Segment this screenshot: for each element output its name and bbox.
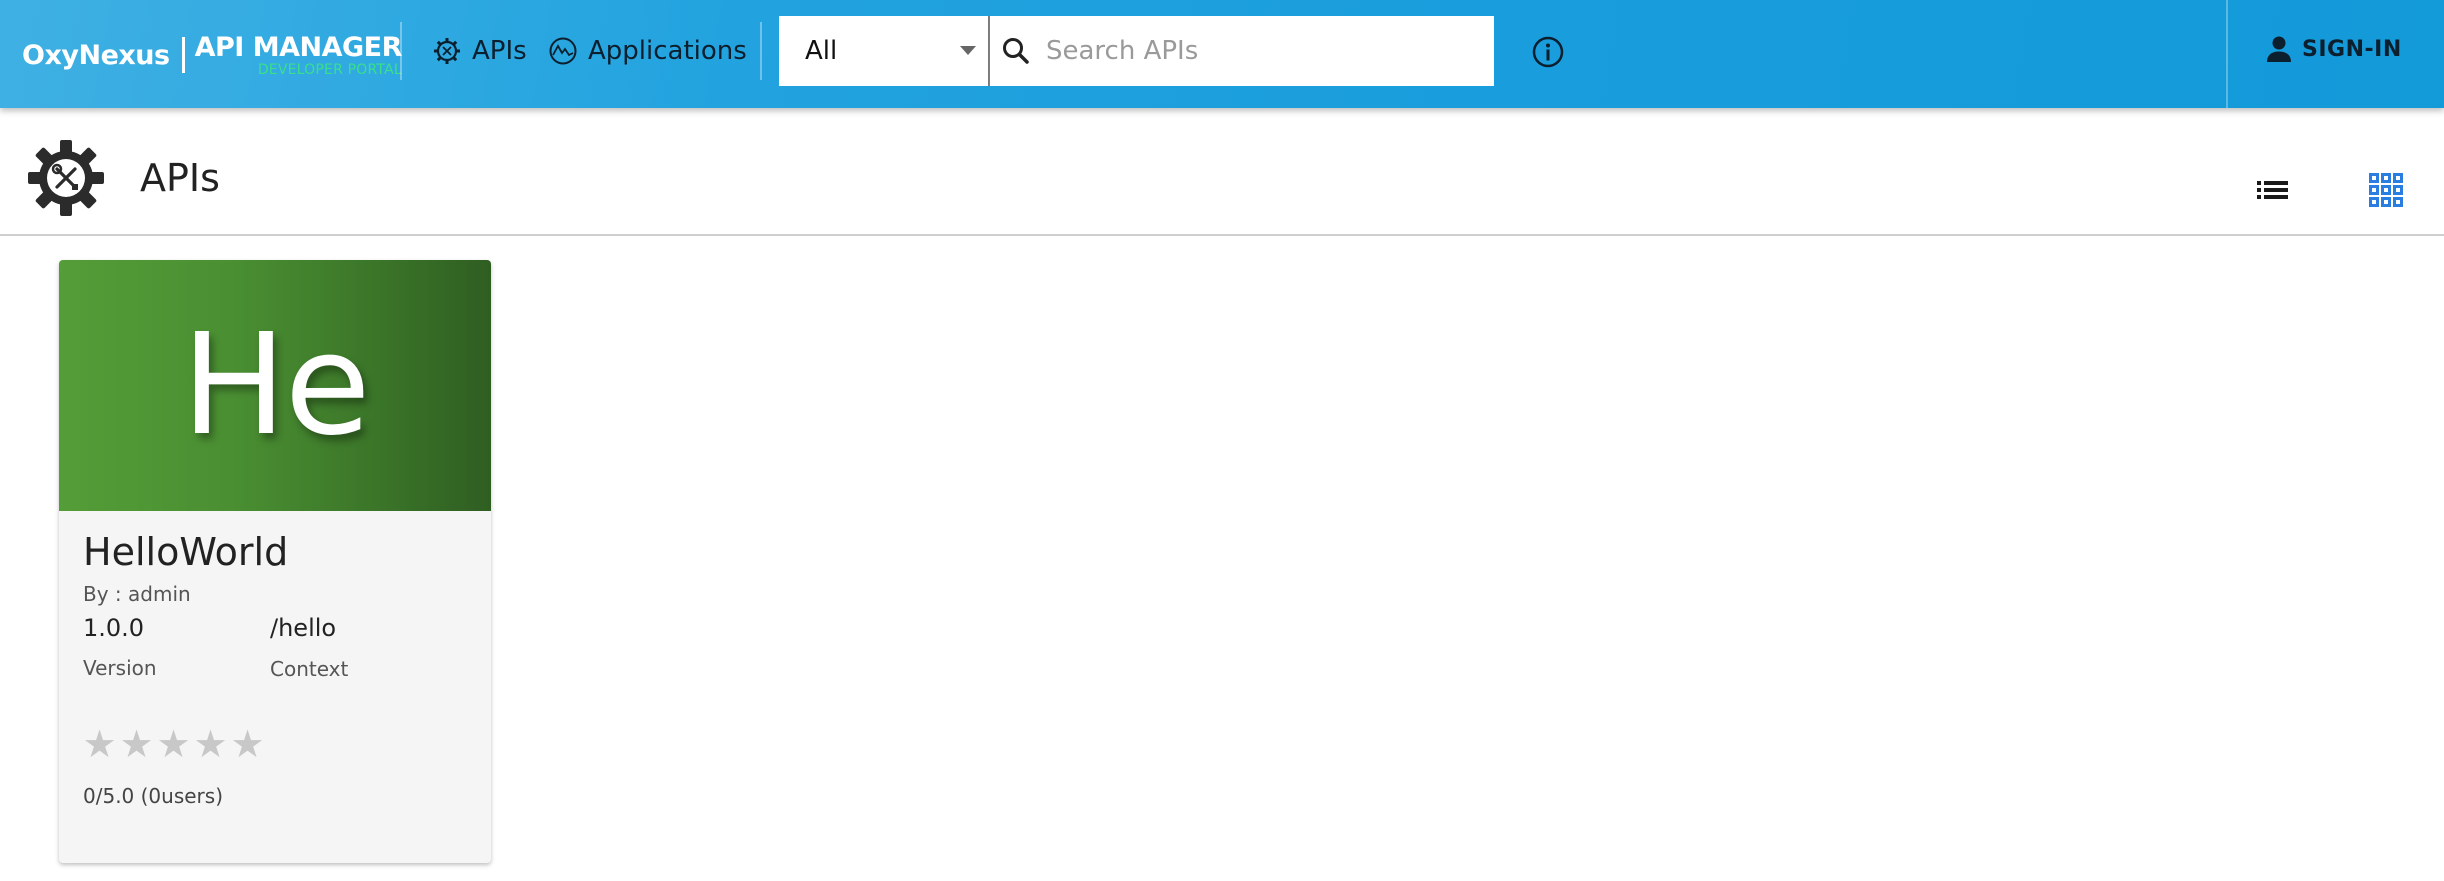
gear-wrench-icon — [434, 38, 460, 64]
grid-view-icon[interactable] — [2366, 170, 2406, 210]
api-card[interactable]: He HelloWorld By : admin 1.0.0 Version /… — [59, 260, 491, 863]
sign-in-label: SIGN-IN — [2302, 36, 2402, 62]
search-icon — [1003, 38, 1029, 64]
logo-brand: OxyNexus — [22, 39, 170, 71]
star-icon[interactable]: ★ — [118, 725, 155, 763]
api-thumbnail[interactable]: He — [59, 260, 491, 511]
search-filter-value: All — [805, 36, 838, 66]
page-title: APIs — [140, 156, 220, 200]
logo-subtitle: DEVELOPER PORTAL — [257, 61, 402, 78]
logo-divider — [181, 37, 185, 73]
star-icon[interactable]: ★ — [155, 725, 192, 763]
star-icon[interactable]: ★ — [229, 725, 266, 763]
rating-stars[interactable]: ★ ★ ★ ★ ★ — [81, 725, 266, 763]
header-divider — [400, 22, 402, 80]
api-version-label: Version — [83, 656, 157, 680]
info-icon[interactable] — [1530, 34, 1566, 70]
search-filter-select[interactable]: All — [779, 16, 989, 86]
api-author: By : admin — [83, 582, 191, 606]
star-icon[interactable]: ★ — [192, 725, 229, 763]
nav-applications[interactable]: Applications — [548, 30, 747, 72]
applications-icon — [549, 37, 577, 65]
nav-apis[interactable]: APIs — [432, 30, 527, 72]
person-icon — [2267, 36, 2291, 62]
page-header: APIs — [0, 108, 2444, 236]
api-gear-icon — [28, 140, 104, 216]
api-context-label: Context — [270, 657, 349, 681]
list-view-icon[interactable] — [2254, 172, 2290, 208]
api-version: 1.0.0 — [83, 614, 145, 642]
top-bar: OxyNexus API MANAGER DEVELOPER PORTAL AP… — [0, 0, 2444, 108]
api-thumbnail-text: He — [181, 304, 370, 467]
logo[interactable]: OxyNexus API MANAGER DEVELOPER PORTAL — [22, 30, 402, 80]
signin-area: SIGN-IN — [2226, 0, 2444, 108]
api-name[interactable]: HelloWorld — [83, 530, 288, 574]
sign-in-button[interactable]: SIGN-IN — [2264, 34, 2402, 64]
nav-apis-label: APIs — [472, 36, 527, 66]
header-divider — [760, 22, 762, 80]
search-input[interactable] — [1046, 36, 1466, 66]
search-bar — [990, 16, 1494, 86]
api-context: /hello — [270, 614, 337, 642]
caret-down-icon — [960, 46, 976, 55]
logo-product: API MANAGER — [194, 31, 403, 63]
nav-applications-label: Applications — [588, 36, 747, 66]
api-rating-text: 0/5.0 (0users) — [83, 784, 223, 808]
star-icon[interactable]: ★ — [81, 725, 118, 763]
